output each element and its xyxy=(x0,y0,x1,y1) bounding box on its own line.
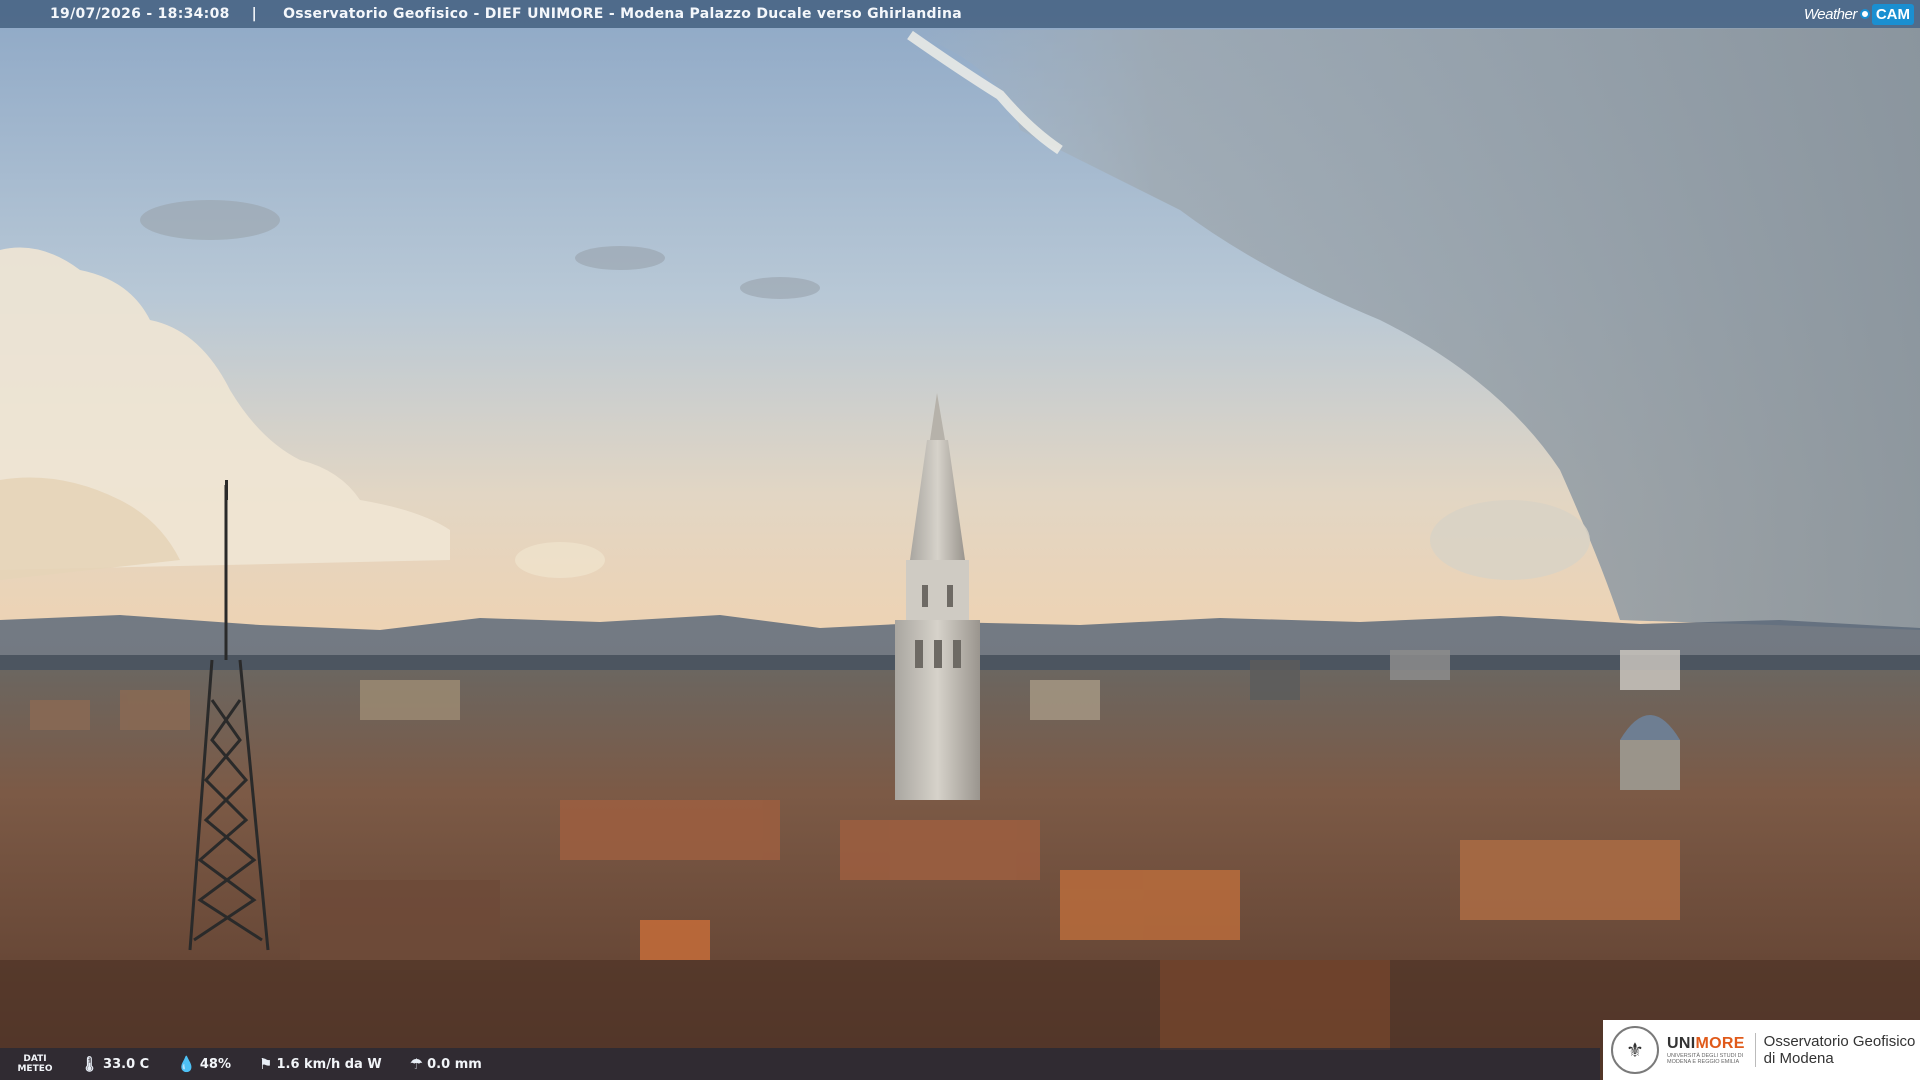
meteo-label-line2: METEO xyxy=(17,1064,53,1074)
humidity-value: 48% xyxy=(199,1056,232,1072)
university-seal-icon: ⚜ xyxy=(1611,1026,1659,1074)
temperature-value: 33.0 C xyxy=(103,1056,150,1072)
title-bar: 19/07/2026 - 18:34:08 | Osservatorio Geo… xyxy=(0,0,1920,28)
observatory-name-line1: Osservatorio Geofisico xyxy=(1763,1033,1916,1050)
observatory-name: Osservatorio Geofisico di Modena xyxy=(1754,1033,1916,1067)
camera-lens-icon xyxy=(1859,9,1870,19)
unimore-name-more: MORE xyxy=(1695,1035,1745,1052)
datetime: 19/07/2026 - 18:34:08 xyxy=(50,6,230,22)
meteo-label-line1: DATI xyxy=(23,1054,47,1064)
meteo-bar: DATI METEO 🌡 33.0 C 💧 48% ⚑ 1.6 km/h da … xyxy=(0,1048,1600,1080)
rain-reading: ☂ 0.0 mm xyxy=(410,1055,482,1073)
unimore-logo: ⚜ UNIMORE UNIVERSITÀ DEGLI STUDI DI MODE… xyxy=(1603,1020,1920,1080)
rain-value: 0.0 mm xyxy=(427,1056,482,1072)
observatory-name-line2: di Modena xyxy=(1763,1050,1834,1067)
unimore-subtitle-2: MODENA E REGGIO EMILIA xyxy=(1667,1059,1740,1065)
thermometer-icon: 🌡 xyxy=(80,1055,100,1073)
windsock-icon: ⚑ xyxy=(259,1055,273,1073)
droplet-icon: 💧 xyxy=(177,1055,196,1073)
unimore-wordmark: UNIMORE UNIVERSITÀ DEGLI STUDI DI MODENA… xyxy=(1667,1035,1745,1065)
wind-reading: ⚑ 1.6 km/h da W xyxy=(259,1055,382,1073)
temperature-reading: 🌡 33.0 C xyxy=(80,1055,149,1073)
weathercam-weather-text: Weather xyxy=(1803,5,1857,23)
unimore-name: UNIMORE xyxy=(1667,1035,1745,1053)
wind-value: 1.6 km/h da W xyxy=(276,1056,382,1072)
weathercam-cam-text: CAM xyxy=(1871,3,1914,25)
separator: | xyxy=(251,6,258,22)
weathercam-logo: Weather CAM xyxy=(1804,0,1920,28)
webcam-image xyxy=(0,0,1920,1080)
camera-title: Osservatorio Geofisico - DIEF UNIMORE - … xyxy=(283,6,962,22)
unimore-name-uni: UNI xyxy=(1667,1035,1696,1052)
rain-gauge-icon: ☂ xyxy=(409,1055,424,1073)
meteo-label: DATI METEO xyxy=(0,1054,70,1074)
humidity-reading: 💧 48% xyxy=(177,1055,231,1073)
